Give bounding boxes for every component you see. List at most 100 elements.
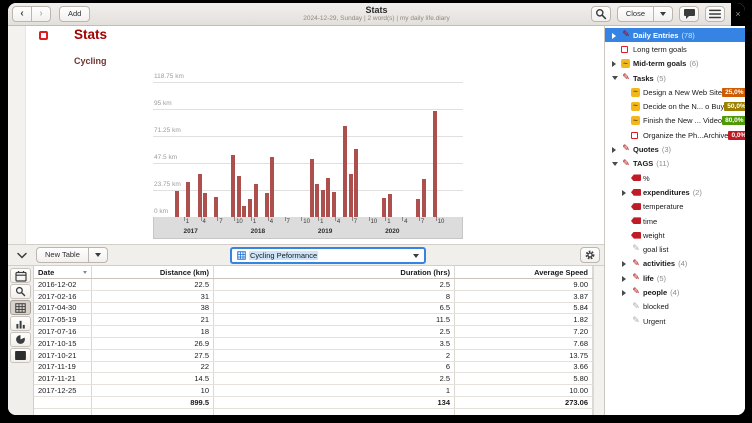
expand-arrow-icon[interactable] bbox=[622, 190, 626, 196]
search-button[interactable] bbox=[591, 6, 611, 22]
table-cell[interactable]: 2017-11-19 bbox=[34, 362, 92, 373]
tree-item-blocked[interactable]: blocked bbox=[605, 300, 745, 314]
tree-item-quotes[interactable]: Quotes(3) bbox=[605, 142, 745, 156]
table-cell[interactable]: 2017-10-21 bbox=[34, 350, 92, 361]
table-scrollbar[interactable] bbox=[593, 266, 604, 415]
table-row[interactable]: 2017-11-192263.66 bbox=[34, 362, 593, 374]
menu-button[interactable] bbox=[705, 6, 725, 22]
table-cell[interactable]: 2017-02-16 bbox=[34, 291, 92, 302]
table-cell[interactable]: 9.00 bbox=[455, 279, 593, 290]
table-cell[interactable]: 38 bbox=[92, 303, 214, 314]
table-row[interactable]: 2017-05-192111.51.82 bbox=[34, 314, 593, 326]
window-close-button[interactable]: × bbox=[735, 10, 740, 19]
table-cell[interactable]: 2017-04-30 bbox=[34, 303, 92, 314]
tree-item-long-term-goals[interactable]: Long term goals bbox=[605, 42, 745, 56]
chart-view-button[interactable] bbox=[10, 316, 31, 331]
new-table-button[interactable]: New Table bbox=[36, 247, 89, 263]
editor-canvas[interactable]: Stats Cycling 0 km23.75 km47.5 km71.25 k… bbox=[8, 26, 604, 244]
table-row[interactable]: 2017-11-2114.52.55.80 bbox=[34, 373, 593, 385]
expand-arrow-icon[interactable] bbox=[622, 261, 626, 267]
table-cell[interactable]: 2017-12-25 bbox=[34, 385, 92, 396]
collapse-arrow-icon[interactable] bbox=[612, 76, 618, 80]
expand-arrow-icon[interactable] bbox=[612, 147, 616, 153]
table-cell[interactable]: 2.5 bbox=[214, 326, 455, 337]
table-cell[interactable]: 5.80 bbox=[455, 373, 593, 384]
table-cell[interactable]: 3.66 bbox=[455, 362, 593, 373]
pie-chart-button[interactable] bbox=[10, 332, 31, 347]
table-cell[interactable]: 14.5 bbox=[92, 373, 214, 384]
add-entry-button[interactable]: Add bbox=[59, 6, 90, 22]
table-cell[interactable]: 10.00 bbox=[455, 385, 593, 396]
tree-item-urgent[interactable]: Urgent bbox=[605, 314, 745, 328]
table-cell[interactable]: 3.87 bbox=[455, 291, 593, 302]
table-cell[interactable]: 6.5 bbox=[214, 303, 455, 314]
back-button[interactable]: ‹ bbox=[12, 6, 32, 22]
table-cell[interactable]: 2.5 bbox=[214, 373, 455, 384]
new-table-dropdown-button[interactable] bbox=[88, 247, 108, 263]
tree-item-daily-entries[interactable]: Daily Entries(78) bbox=[605, 28, 745, 42]
table-cell[interactable]: 2 bbox=[214, 350, 455, 361]
table-row[interactable]: 2016-12-0222.52.59.00 bbox=[34, 279, 593, 291]
table-cell[interactable]: 1.82 bbox=[455, 314, 593, 325]
table-row[interactable]: 2017-10-1526.93.57.68 bbox=[34, 338, 593, 350]
collapse-arrow-icon[interactable] bbox=[612, 162, 618, 166]
table-view-button[interactable] bbox=[10, 300, 31, 315]
table-cell[interactable]: 22.5 bbox=[92, 279, 214, 290]
table-selector-combo[interactable]: Cycling Peformance bbox=[230, 247, 426, 264]
expand-arrow-icon[interactable] bbox=[612, 61, 616, 67]
tree-item-expenditures[interactable]: expenditures(2) bbox=[605, 185, 745, 199]
table-cell[interactable]: 27.5 bbox=[92, 350, 214, 361]
table-cell[interactable]: 2017-07-16 bbox=[34, 326, 92, 337]
table-row[interactable]: 2017-02-163183.87 bbox=[34, 291, 593, 303]
tree-item-activities[interactable]: activities(4) bbox=[605, 257, 745, 271]
table-cell[interactable]: 21 bbox=[92, 314, 214, 325]
tree-item-life[interactable]: life(5) bbox=[605, 271, 745, 285]
search-table-button[interactable] bbox=[10, 284, 31, 299]
annotation-button[interactable] bbox=[679, 6, 699, 22]
image-insert-button[interactable] bbox=[10, 348, 31, 363]
table-cell[interactable]: 8 bbox=[214, 291, 455, 302]
table-cell[interactable]: 2017-10-15 bbox=[34, 338, 92, 349]
sort-descending-icon[interactable] bbox=[83, 271, 87, 274]
table-cell[interactable]: 18 bbox=[92, 326, 214, 337]
expand-arrow-icon[interactable] bbox=[622, 276, 626, 282]
tree-item-time[interactable]: time bbox=[605, 214, 745, 228]
table-row[interactable]: 2017-12-2510110.00 bbox=[34, 385, 593, 397]
table-cell[interactable]: 10 bbox=[92, 385, 214, 396]
tree-item-mid-term-goals[interactable]: Mid-term goals(6) bbox=[605, 57, 745, 71]
table-row[interactable]: 2017-10-2127.5213.75 bbox=[34, 350, 593, 362]
close-entry-button[interactable]: Close bbox=[617, 6, 654, 22]
table-cell[interactable]: 7.68 bbox=[455, 338, 593, 349]
table-cell[interactable]: 1 bbox=[214, 385, 455, 396]
forward-button[interactable]: › bbox=[31, 6, 51, 22]
table-cell[interactable]: 13.75 bbox=[455, 350, 593, 361]
table-row[interactable]: 2017-04-30386.55.84 bbox=[34, 303, 593, 315]
table-cell[interactable]: 2016-12-02 bbox=[34, 279, 92, 290]
table-cell[interactable]: 11.5 bbox=[214, 314, 455, 325]
tree-item-organize-the-ph-archive[interactable]: Organize the Ph...Archive0,0% bbox=[605, 128, 745, 142]
table-cell[interactable]: 2017-11-21 bbox=[34, 373, 92, 384]
calendar-button[interactable] bbox=[10, 268, 31, 283]
tree-item-tags[interactable]: TAGS(11) bbox=[605, 157, 745, 171]
table-row[interactable]: 2017-07-16182.57.20 bbox=[34, 326, 593, 338]
tree-item-finish-the-new-video[interactable]: Finish the New ... Video80,0% bbox=[605, 114, 745, 128]
table-cell[interactable]: 2.5 bbox=[214, 279, 455, 290]
table-cell[interactable]: 6 bbox=[214, 362, 455, 373]
table-settings-button[interactable] bbox=[580, 247, 600, 263]
table-cell[interactable]: 2017-05-19 bbox=[34, 314, 92, 325]
table-cell[interactable]: 7.20 bbox=[455, 326, 593, 337]
expand-arrow-icon[interactable] bbox=[612, 33, 616, 39]
tree-item-%[interactable]: % bbox=[605, 171, 745, 185]
close-dropdown-button[interactable] bbox=[653, 6, 673, 22]
table-cell[interactable]: 31 bbox=[92, 291, 214, 302]
tree-item-tasks[interactable]: Tasks(5) bbox=[605, 71, 745, 85]
expand-arrow-icon[interactable] bbox=[622, 290, 626, 296]
collapse-panel-button[interactable] bbox=[12, 247, 32, 263]
tree-item-weight[interactable]: weight bbox=[605, 228, 745, 242]
table-cell[interactable]: 22 bbox=[92, 362, 214, 373]
tree-item-decide-on-the-n-o-buy[interactable]: Decide on the N... o Buy50,0% bbox=[605, 99, 745, 113]
table-cell[interactable]: 3.5 bbox=[214, 338, 455, 349]
table-cell[interactable]: 26.9 bbox=[92, 338, 214, 349]
tree-item-people[interactable]: people(4) bbox=[605, 285, 745, 299]
tree-item-goal-list[interactable]: goal list bbox=[605, 242, 745, 256]
